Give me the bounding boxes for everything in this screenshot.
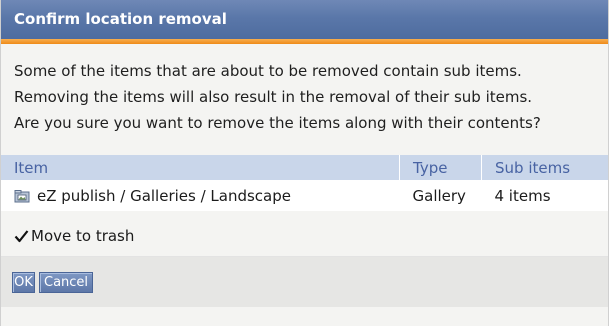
message-line-3: Are you sure you want to remove the item…	[14, 114, 541, 132]
items-table: Item Type Sub items eZ publish / Galleri…	[1, 155, 608, 211]
cancel-button[interactable]: Cancel	[39, 272, 94, 293]
confirm-location-removal-dialog: Confirm location removal Some of the ite…	[0, 0, 609, 326]
message-line-1: Some of the items that are about to be r…	[14, 62, 522, 80]
confirmation-message: Some of the items that are about to be r…	[1, 44, 608, 136]
type-cell: Gallery	[399, 180, 482, 211]
item-cell: eZ publish / Galleries / Landscape	[1, 180, 400, 211]
ok-button[interactable]: OK	[12, 272, 35, 293]
column-header-sub-items: Sub items	[481, 155, 608, 180]
column-header-item: Item	[1, 155, 400, 180]
dialog-titlebar: Confirm location removal	[1, 0, 608, 39]
dialog-title: Confirm location removal	[14, 10, 227, 28]
item-path: eZ publish / Galleries / Landscape	[37, 186, 291, 205]
move-to-trash-row: Move to trash	[1, 211, 608, 252]
gallery-folder-icon	[14, 189, 30, 202]
column-header-type: Type	[399, 155, 482, 180]
move-to-trash-label: Move to trash	[31, 227, 135, 245]
message-line-2: Removing the items will also result in t…	[14, 88, 533, 106]
table-row: eZ publish / Galleries / Landscape Galle…	[1, 180, 608, 211]
sub-items-cell: 4 items	[481, 180, 608, 211]
move-to-trash-checkbox[interactable]	[14, 229, 29, 244]
table-header-row: Item Type Sub items	[1, 155, 608, 180]
dialog-footer: OK Cancel	[1, 257, 608, 307]
checkmark-icon	[14, 229, 29, 242]
